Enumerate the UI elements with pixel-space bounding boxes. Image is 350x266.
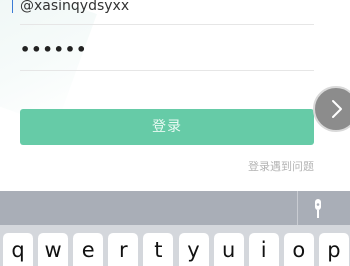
password-value: •••••• bbox=[20, 40, 88, 59]
toolbar-divider bbox=[297, 191, 298, 225]
key-y[interactable]: y bbox=[178, 233, 209, 266]
username-value: @xasinqydsyxx bbox=[12, 0, 130, 14]
key-q[interactable]: q bbox=[3, 233, 33, 266]
text-caret bbox=[12, 0, 13, 13]
key-t[interactable]: t bbox=[143, 233, 174, 266]
keyboard-row-1: qwertyuiop bbox=[0, 231, 350, 266]
keyboard-toolbar bbox=[0, 191, 350, 225]
key-r[interactable]: r bbox=[108, 233, 139, 266]
key-i[interactable]: i bbox=[248, 233, 279, 266]
key-o[interactable]: o bbox=[283, 233, 314, 266]
username-field[interactable]: @xasinqydsyxx bbox=[12, 0, 314, 25]
key-w[interactable]: w bbox=[38, 233, 69, 266]
username-text: @xasinqydsyxx bbox=[20, 0, 130, 14]
chevron-right-icon bbox=[332, 100, 342, 118]
password-field[interactable]: •••••• bbox=[20, 32, 314, 71]
login-screen: @xasinqydsyxx •••••• 登录 登录遇到问题 qwertyuio… bbox=[0, 0, 350, 266]
login-button[interactable]: 登录 bbox=[20, 109, 314, 145]
login-help-link[interactable]: 登录遇到问题 bbox=[248, 158, 314, 174]
key-e[interactable]: e bbox=[73, 233, 104, 266]
on-screen-keyboard: qwertyuiop bbox=[0, 191, 350, 266]
microphone-icon[interactable] bbox=[311, 199, 325, 219]
key-u[interactable]: u bbox=[213, 233, 244, 266]
key-p[interactable]: p bbox=[318, 233, 349, 266]
side-arrow-button[interactable] bbox=[313, 86, 350, 132]
